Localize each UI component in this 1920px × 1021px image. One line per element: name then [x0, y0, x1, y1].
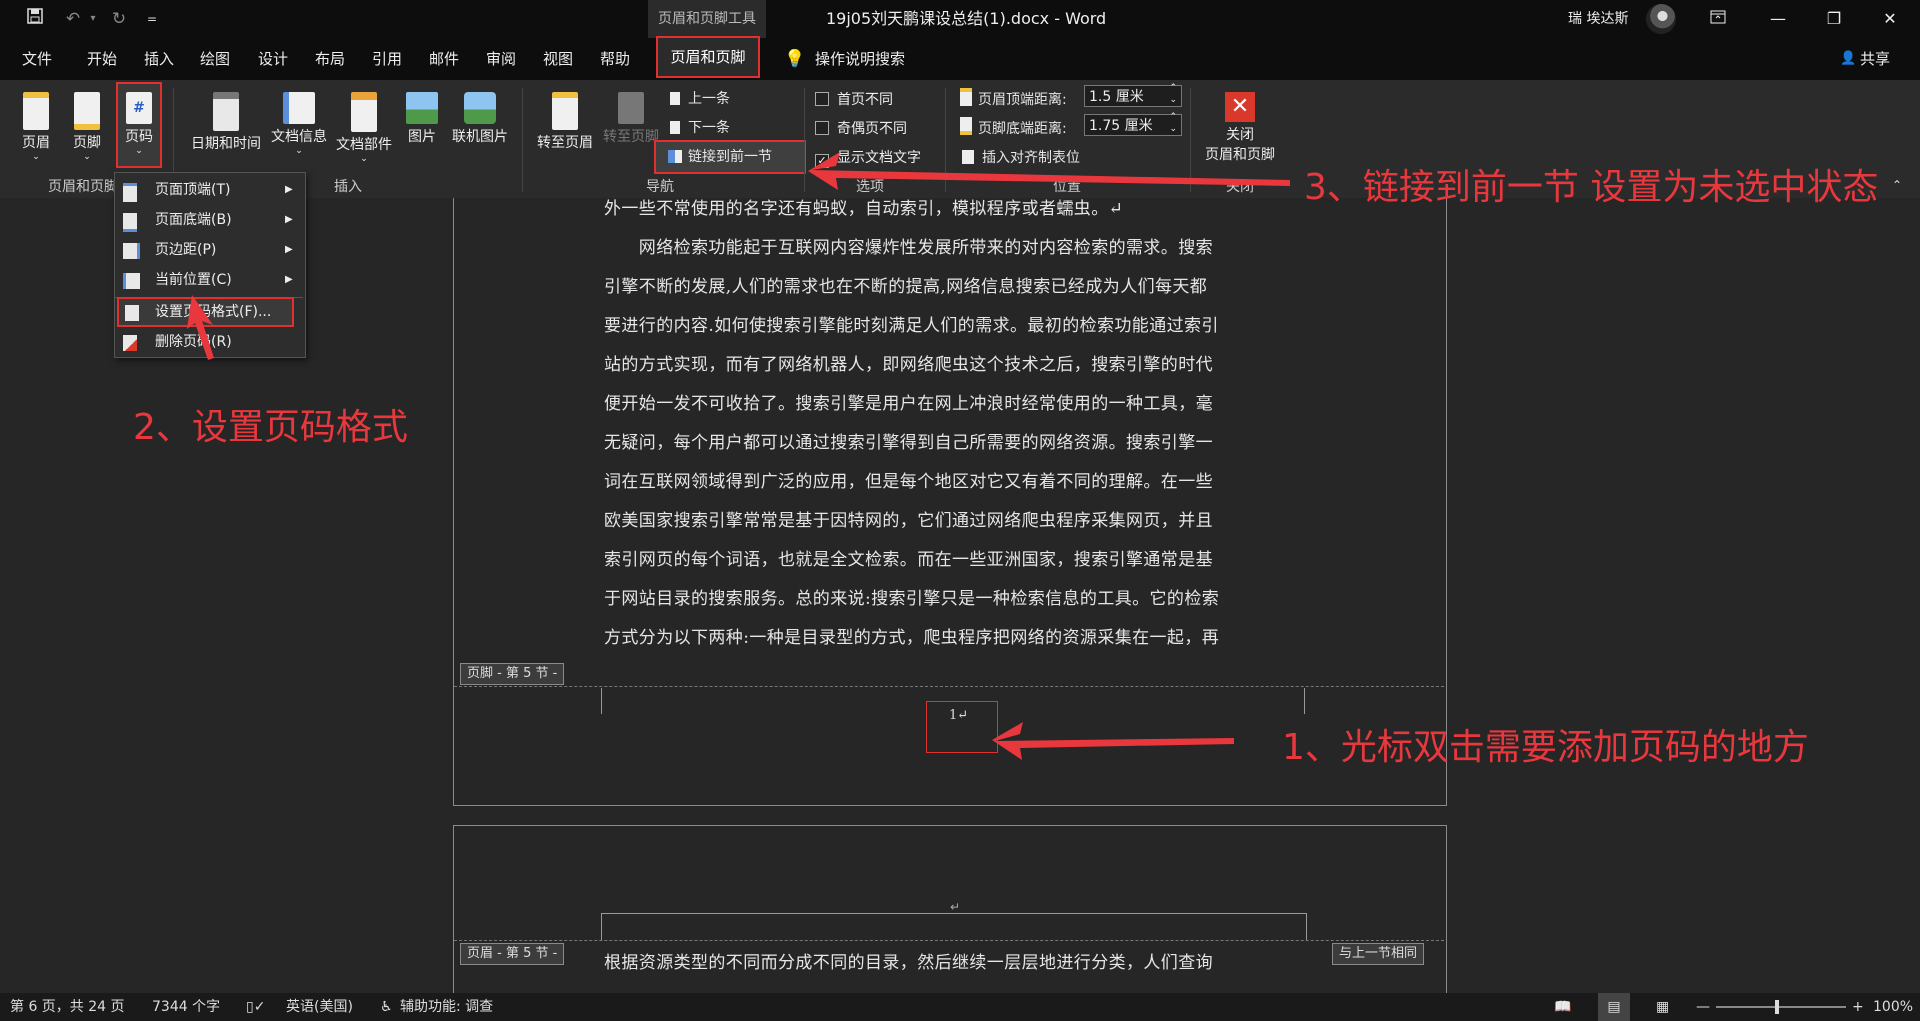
page-count[interactable]: 第 6 页，共 24 页 — [10, 993, 125, 1021]
annotation-arrows — [187, 152, 1290, 760]
accessibility-icon[interactable]: ♿ — [380, 993, 393, 1021]
arrow-step1 — [992, 722, 1234, 760]
zoom-in-button[interactable]: + — [1852, 993, 1864, 1021]
print-layout-icon[interactable]: ▤ — [1598, 993, 1630, 1021]
annotation-step2: 2、设置页码格式 — [133, 407, 408, 448]
annotation-step1: 1、光标双击需要添加页码的地方 — [1282, 727, 1809, 768]
read-mode-icon[interactable]: 📖 — [1554, 993, 1571, 1021]
status-bar: 第 6 页，共 24 页 7344 个字 ▯✓ 英语(美国) ♿ 辅助功能: 调… — [0, 993, 1920, 1021]
word-count[interactable]: 7344 个字 — [152, 993, 220, 1021]
zoom-level[interactable]: 100% — [1873, 993, 1913, 1021]
arrow-step3 — [808, 152, 1290, 190]
annotation-step3: 3、链接到前一节 设置为未选中状态 — [1304, 167, 1879, 208]
zoom-out-button[interactable]: — — [1696, 993, 1710, 1021]
language[interactable]: 英语(美国) — [286, 993, 353, 1021]
proofing-icon[interactable]: ▯✓ — [246, 993, 265, 1021]
arrow-step2 — [187, 295, 214, 360]
accessibility-status[interactable]: 辅助功能: 调查 — [400, 993, 493, 1021]
zoom-slider-thumb[interactable] — [1775, 1000, 1779, 1014]
zoom-slider[interactable] — [1716, 1006, 1846, 1008]
web-layout-icon[interactable]: ▦ — [1656, 993, 1669, 1021]
